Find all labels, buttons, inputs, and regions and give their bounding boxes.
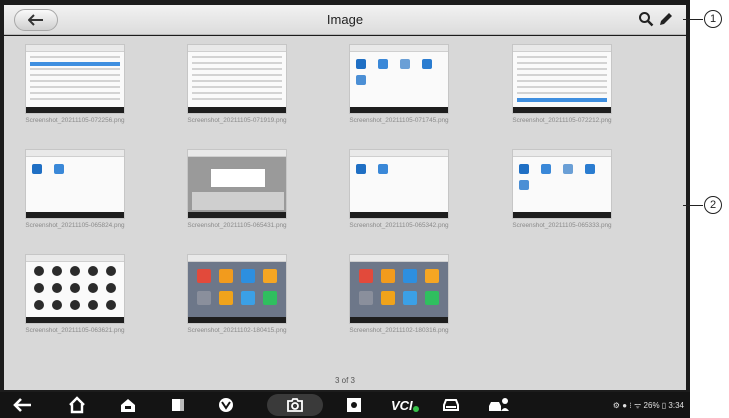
- callout-leader-2: [683, 205, 703, 206]
- gallery-item[interactable]: Screenshot_20211102-180316.png: [349, 254, 449, 334]
- screenshot-thumbnail[interactable]: [187, 149, 287, 219]
- callout-leader-1: [683, 19, 703, 20]
- gallery-item[interactable]: Screenshot_20211105-071919.png: [187, 44, 287, 124]
- thumbnail-filename: Screenshot_20211102-180415.png: [187, 327, 287, 334]
- svg-text:VCI: VCI: [391, 398, 413, 413]
- screenshot-thumbnail[interactable]: [512, 44, 612, 114]
- vci-icon[interactable]: VCI: [390, 396, 420, 414]
- gallery-item[interactable]: Screenshot_20211105-065431.png: [187, 149, 287, 229]
- thumbnail-filename: Screenshot_20211105-072212.png: [512, 117, 612, 124]
- status-icons: ⚙ ● ⁝ ᯤ: [612, 401, 644, 410]
- search-icon: [639, 12, 654, 27]
- gallery-item[interactable]: Screenshot_20211105-065333.png: [512, 149, 612, 229]
- clock: 3:34: [668, 401, 684, 410]
- thumbnail-filename: Screenshot_20211105-072256.png: [25, 117, 125, 124]
- gallery-item[interactable]: Screenshot_20211105-071745.png: [349, 44, 449, 124]
- top-toolbar: Image: [4, 5, 686, 35]
- thumbnail-filename: Screenshot_20211105-071745.png: [349, 117, 449, 124]
- thumbnail-filename: Screenshot_20211105-065342.png: [349, 222, 449, 229]
- thumbnail-filename: Screenshot_20211102-180316.png: [349, 327, 449, 334]
- screenshot-thumbnail[interactable]: [349, 149, 449, 219]
- page-indicator: 3 of 3: [334, 376, 355, 385]
- callout-1: 1: [704, 10, 722, 28]
- remote-icon[interactable]: [486, 396, 512, 414]
- gallery-item[interactable]: Screenshot_20211105-072256.png: [25, 44, 125, 124]
- camera-icon: [284, 396, 306, 414]
- thumbnail-filename: Screenshot_20211105-063621.png: [25, 327, 125, 334]
- gallery-item[interactable]: Screenshot_20211105-063621.png: [25, 254, 125, 334]
- vehicle-home-icon[interactable]: [117, 396, 139, 414]
- car-icon[interactable]: [440, 396, 462, 414]
- edit-icon: [660, 13, 672, 25]
- gallery-item[interactable]: Screenshot_20211105-065824.png: [25, 149, 125, 229]
- gallery-item[interactable]: Screenshot_20211102-180415.png: [187, 254, 287, 334]
- screenshot-thumbnail[interactable]: [25, 254, 125, 324]
- home-icon[interactable]: [66, 396, 88, 414]
- battery-level: 26%: [643, 401, 660, 410]
- screenshot-thumbnail[interactable]: [25, 149, 125, 219]
- screenshot-thumbnail[interactable]: [187, 254, 287, 324]
- thumbnail-filename: Screenshot_20211105-065824.png: [25, 222, 125, 229]
- screenshot-thumbnail[interactable]: [349, 254, 449, 324]
- recent-apps-icon[interactable]: [167, 396, 189, 414]
- screenshot-thumbnail[interactable]: [349, 44, 449, 114]
- callout-2: 2: [704, 196, 722, 214]
- back-icon[interactable]: [12, 396, 34, 414]
- thumbnail-filename: Screenshot_20211105-071919.png: [187, 117, 287, 124]
- gallery-item[interactable]: Screenshot_20211105-065342.png: [349, 149, 449, 229]
- thumbnail-filename: Screenshot_20211105-065431.png: [187, 222, 287, 229]
- thumbnail-filename: Screenshot_20211105-065333.png: [512, 222, 612, 229]
- browser-icon[interactable]: [215, 396, 237, 414]
- screenshot-thumbnail[interactable]: [512, 149, 612, 219]
- display-icon[interactable]: [343, 396, 365, 414]
- tablet-screen: Image Screenshot_20211105-072256.png Scre…: [0, 0, 690, 418]
- system-navigation-bar: VCI ⚙ ● ⁝ ᯤ 26% ▯ 3:34: [0, 392, 690, 418]
- page-title: Image: [326, 12, 364, 27]
- gallery-item[interactable]: Screenshot_20211105-072212.png: [512, 44, 612, 124]
- edit-button[interactable]: [658, 11, 674, 32]
- search-button[interactable]: [638, 11, 654, 32]
- image-gallery: Screenshot_20211105-072256.png Screenshot…: [4, 36, 686, 390]
- screenshot-thumbnail[interactable]: [25, 44, 125, 114]
- screenshot-thumbnail[interactable]: [187, 44, 287, 114]
- status-area: ⚙ ● ⁝ ᯤ 26% ▯ 3:34: [613, 400, 684, 411]
